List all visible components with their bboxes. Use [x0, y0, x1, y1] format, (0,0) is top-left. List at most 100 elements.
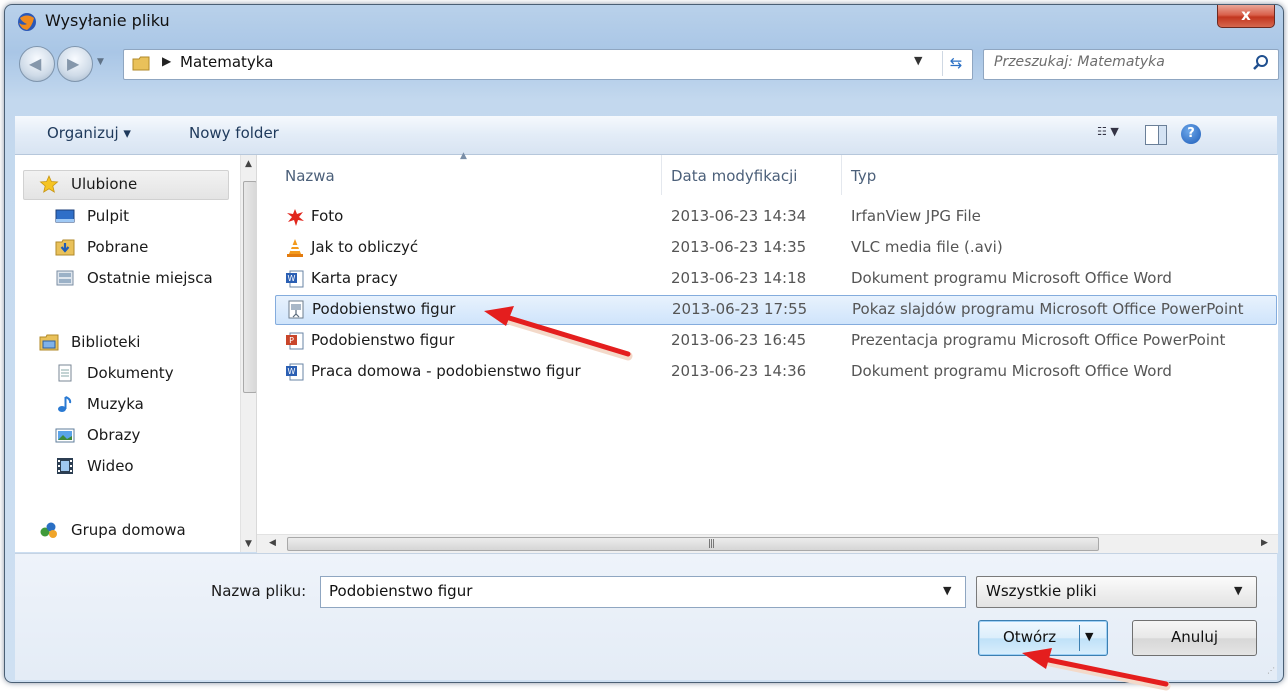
chevron-down-icon: ▼ — [1110, 125, 1119, 138]
file-name: Karta pracy — [311, 269, 398, 287]
svg-text:W: W — [288, 274, 296, 283]
column-header-type[interactable]: Typ — [851, 167, 876, 185]
cancel-button[interactable]: Anuluj — [1132, 620, 1257, 656]
video-icon — [57, 458, 73, 474]
nav-item-label: Obrazy — [87, 426, 141, 444]
filename-input[interactable]: Podobienstwo figur ▼ — [320, 576, 966, 608]
word-doc-icon: W — [286, 363, 304, 381]
refresh-button[interactable]: ⇆ — [942, 51, 969, 76]
nav-favorites-label: Ulubione — [71, 175, 138, 193]
scroll-right-icon[interactable]: ▶ — [1261, 538, 1268, 548]
svg-text:P: P — [289, 336, 294, 345]
nav-libraries-label: Biblioteki — [71, 333, 141, 351]
nav-item-label: Muzyka — [87, 395, 144, 413]
search-input[interactable]: Przeszukaj: Matematyka — [983, 49, 1279, 80]
filetype-select[interactable]: Wszystkie pliki ▼ — [976, 576, 1257, 608]
filename-label: Nazwa pliku: — [211, 582, 307, 600]
preview-pane-button[interactable] — [1145, 125, 1167, 145]
libraries-icon — [39, 334, 59, 351]
file-name: Jak to obliczyć — [311, 238, 419, 256]
file-date: 2013-06-23 14:34 — [671, 207, 807, 225]
horizontal-scrollbar[interactable]: ◀ ||| ▶ — [257, 534, 1278, 553]
preview-pane-icon — [1158, 126, 1166, 144]
open-button-label: Otwórz — [1003, 628, 1057, 646]
column-header-name[interactable]: Nazwa — [285, 167, 335, 185]
file-name: Foto — [311, 207, 344, 225]
file-type: Dokument programu Microsoft Office Word — [851, 362, 1172, 380]
filename-value[interactable]: Podobienstwo figur — [329, 582, 472, 600]
help-button[interactable]: ? — [1181, 124, 1201, 144]
file-type: Pokaz slajdów programu Microsoft Office … — [852, 300, 1244, 318]
file-row[interactable]: W Karta pracy 2013-06-23 14:18 Dokument … — [275, 265, 1275, 293]
change-view-button[interactable]: ☷ ▼ — [1097, 125, 1133, 145]
details-view-icon: ☷ — [1097, 125, 1107, 138]
firefox-icon — [18, 13, 36, 31]
nav-item-label: Pobrane — [87, 238, 149, 256]
cancel-button-label: Anuluj — [1170, 628, 1219, 646]
irfanview-jpg-icon — [287, 209, 304, 226]
recent-locations-dropdown[interactable]: ▼ — [97, 57, 104, 67]
breadcrumb-separator-icon[interactable]: ▶ — [162, 54, 171, 68]
file-list-pane: ▲ Nazwa Data modyfikacji Typ Foto 2013-0… — [256, 151, 1278, 553]
column-header-date[interactable]: Data modyfikacji — [671, 167, 797, 185]
forward-button[interactable]: ▶ — [57, 46, 93, 82]
breadcrumb-matematyka[interactable]: Matematyka — [180, 53, 273, 71]
address-bar[interactable]: ▶ Matematyka ▼ ⇆ — [123, 49, 973, 80]
nav-item-label: Wideo — [87, 457, 134, 475]
dialog-window: Wysyłanie pliku x ◀ ▶ ▼ ▶ Matematyka ▼ ⇆… — [4, 4, 1284, 683]
folder-icon — [132, 56, 150, 71]
powerpoint-show-icon — [288, 300, 304, 319]
filetype-value: Wszystkie pliki — [986, 582, 1097, 600]
close-button[interactable]: x — [1217, 5, 1275, 28]
file-name: Praca domowa - podobienstwo figur — [311, 362, 581, 380]
vlc-icon — [287, 239, 303, 257]
arrow-left-icon: ◀ — [29, 54, 42, 73]
file-row[interactable]: Jak to obliczyć 2013-06-23 14:35 VLC med… — [275, 234, 1275, 262]
chevron-down-icon[interactable]: ▼ — [1234, 584, 1242, 597]
scroll-up-icon[interactable]: ▲ — [245, 159, 252, 169]
chevron-down-icon[interactable]: ▼ — [943, 584, 951, 597]
nav-item-label: Ostatnie miejsca — [87, 269, 213, 287]
file-date: 2013-06-23 14:36 — [671, 362, 807, 380]
file-row[interactable]: P Podobienstwo figur 2013-06-23 16:45 Pr… — [275, 327, 1275, 355]
open-options-dropdown-icon[interactable]: ▼ — [1085, 630, 1093, 643]
file-type: Prezentacja programu Microsoft Office Po… — [851, 331, 1226, 349]
arrow-right-icon: ▶ — [67, 54, 80, 73]
search-icon[interactable] — [1252, 54, 1270, 72]
file-date: 2013-06-23 16:45 — [671, 331, 807, 349]
file-row[interactable]: Foto 2013-06-23 14:34 IrfanView JPG File — [275, 203, 1275, 231]
address-dropdown-icon[interactable]: ▼ — [914, 54, 922, 67]
file-name: Podobienstwo figur — [311, 331, 455, 349]
scroll-left-icon[interactable]: ◀ — [269, 538, 276, 548]
title-bar[interactable]: Wysyłanie pliku x — [5, 5, 1283, 39]
file-row[interactable]: W Praca domowa - podobienstwo figur 2013… — [275, 358, 1275, 386]
scroll-down-icon[interactable]: ▼ — [245, 539, 252, 549]
nav-homegroup-label: Grupa domowa — [71, 521, 186, 539]
scrollbar-thumb[interactable]: ||| — [287, 537, 1099, 551]
nav-item-label: Pulpit — [87, 207, 130, 225]
scrollbar-thumb[interactable] — [243, 181, 257, 393]
file-row-selected[interactable]: Podobienstwo figur 2013-06-23 17:55 Poka… — [275, 295, 1277, 325]
music-icon — [58, 396, 72, 412]
sort-ascending-icon: ▲ — [460, 151, 467, 161]
search-placeholder: Przeszukaj: Matematyka — [994, 54, 1165, 70]
svg-text:W: W — [288, 367, 296, 376]
file-type: IrfanView JPG File — [851, 207, 981, 225]
file-type: VLC media file (.avi) — [851, 238, 1003, 256]
dialog-footer: Nazwa pliku: Podobienstwo figur ▼ Wszyst… — [15, 553, 1277, 680]
recent-places-icon — [56, 270, 74, 286]
star-icon — [39, 175, 59, 193]
organize-menu-button[interactable]: Organizuj ▾ — [47, 124, 131, 142]
open-button[interactable]: Otwórz ▼ — [978, 620, 1108, 656]
word-doc-icon: W — [286, 270, 304, 288]
back-button[interactable]: ◀ — [19, 46, 55, 82]
new-folder-button[interactable]: Nowy folder — [189, 124, 279, 142]
column-divider[interactable] — [841, 155, 842, 195]
column-divider[interactable] — [661, 155, 662, 195]
file-type: Dokument programu Microsoft Office Word — [851, 269, 1172, 287]
file-date: 2013-06-23 14:18 — [671, 269, 807, 287]
nav-item-label: Dokumenty — [87, 364, 174, 382]
resize-grip-icon[interactable]: ⋰ — [1267, 666, 1275, 675]
scrollbar-grip-icon: ||| — [708, 539, 715, 549]
powerpoint-presentation-icon: P — [286, 332, 304, 350]
